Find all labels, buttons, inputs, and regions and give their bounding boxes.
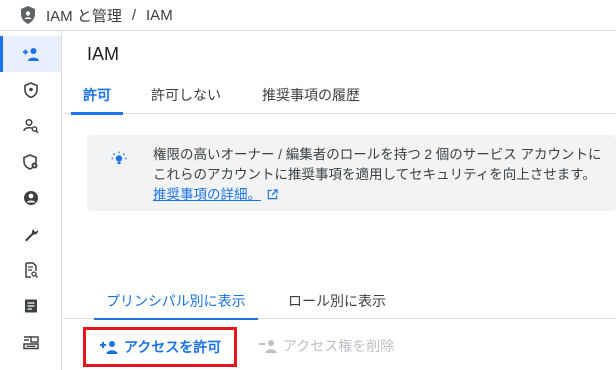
iam-shield-icon: [20, 6, 36, 24]
sidebar-item-audit[interactable]: [0, 252, 61, 288]
view-tab-bar: プリンシパル別に表示 ロール別に表示: [63, 286, 616, 320]
external-link-icon: [267, 189, 278, 200]
tab-allow[interactable]: 許可: [71, 77, 123, 115]
main-content: IAM 許可 許可しない 推奨事項の履歴 権限の高いオーナー / 編集者のロール…: [63, 31, 616, 370]
tab-bar: 許可 許可しない 推奨事項の履歴: [63, 77, 616, 115]
sidebar-item-settings[interactable]: [0, 216, 61, 252]
banner-link-row: 推奨事項の詳細。: [153, 185, 602, 205]
iam-page: IAM と管理 / IAM IAM 許可 許可しない 推奨事項の履歴 権限の高い…: [0, 0, 616, 370]
left-nav-rail: [0, 31, 62, 370]
sidebar-item-service-accounts[interactable]: [0, 180, 61, 216]
wrench-icon: [24, 228, 38, 242]
tab-deny[interactable]: 許可しない: [151, 77, 221, 114]
tab-view-by-role[interactable]: ロール別に表示: [288, 286, 386, 318]
shield-icon: [23, 82, 38, 98]
remove-access-button[interactable]: アクセス権を削除: [259, 336, 394, 356]
recommendation-banner: 権限の高いオーナー / 編集者のロールを持つ 2 個のサービス アカウントに こ…: [87, 135, 616, 211]
recommendation-details-link[interactable]: 推奨事項の詳細。: [153, 187, 261, 202]
sidebar-item-iam[interactable]: [0, 36, 61, 72]
account-circle-icon: [23, 191, 38, 205]
tab-view-by-principal[interactable]: プリンシパル別に表示: [94, 286, 258, 320]
shield-settings-icon: [22, 154, 37, 170]
id-card-icon: [22, 336, 39, 350]
notes-icon: [24, 299, 37, 313]
person-search-icon: [22, 118, 39, 134]
breadcrumb-separator: /: [131, 6, 137, 24]
breadcrumb-section[interactable]: IAM と管理: [46, 5, 122, 26]
tab-recommendation-history[interactable]: 推奨事項の履歴: [262, 77, 360, 114]
page-title: IAM: [87, 44, 120, 64]
banner-line-2: これらのアカウントに推奨事項を適用してセキュリティを向上させます。: [153, 167, 596, 182]
sidebar-item-policy[interactable]: [0, 72, 61, 108]
grant-access-label: アクセスを許可: [124, 339, 222, 355]
sidebar-item-policy-analyzer[interactable]: [0, 108, 61, 144]
document-search-icon: [24, 262, 38, 278]
breadcrumb-page[interactable]: IAM: [146, 7, 173, 24]
lightbulb-icon: [111, 151, 127, 164]
sidebar-item-org-policy[interactable]: [0, 144, 61, 180]
sidebar-item-identity[interactable]: [0, 324, 61, 360]
person-add-icon: [22, 48, 39, 61]
banner-line-1: 権限の高いオーナー / 編集者のロールを持つ 2 個のサービス アカウントに: [153, 147, 602, 162]
person-add-icon: [100, 341, 118, 354]
grant-access-button[interactable]: アクセスを許可: [83, 327, 237, 367]
banner-text: 権限の高いオーナー / 編集者のロールを持つ 2 個のサービス アカウントに こ…: [153, 145, 602, 205]
breadcrumb: IAM と管理 / IAM: [0, 0, 616, 31]
remove-access-label: アクセス権を削除: [283, 338, 395, 354]
person-remove-icon: [259, 340, 277, 353]
sidebar-item-labels[interactable]: [0, 288, 61, 324]
